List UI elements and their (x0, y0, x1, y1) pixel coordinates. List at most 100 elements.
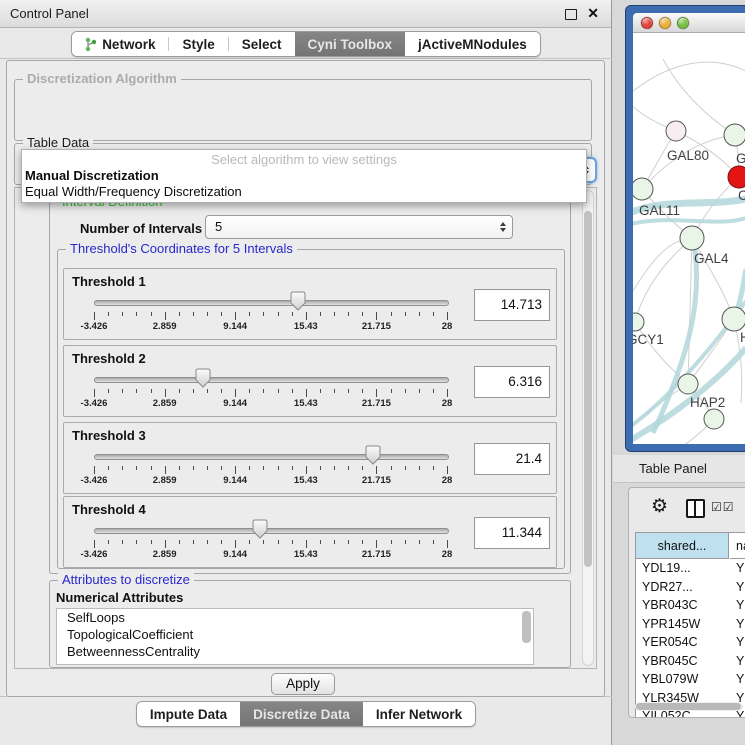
table-row[interactable]: YDL19...YDL1 (636, 559, 745, 578)
divider (0, 58, 612, 59)
tab-group: NetworkStyleSelect Cyni Toolbox jActiveMNo… (71, 31, 541, 57)
slider-tick (221, 466, 222, 470)
slider-tick (94, 389, 95, 397)
table-row[interactable]: YDR27...YDR2 (636, 578, 745, 597)
tab-cyni-toolbox[interactable]: Cyni Toolbox (295, 32, 406, 56)
attribute-item-selfloops[interactable]: SelfLoops (57, 609, 533, 626)
tab-select[interactable]: Select (229, 32, 295, 56)
network-node[interactable] (724, 124, 745, 146)
network-node[interactable] (704, 409, 724, 429)
network-edge[interactable] (633, 218, 745, 225)
network-node[interactable] (678, 374, 698, 394)
slider-tick-label: 9.144 (223, 321, 247, 332)
slider-tick (108, 312, 109, 316)
network-node[interactable] (728, 166, 745, 188)
apply-button[interactable]: Apply (271, 673, 335, 695)
network-node[interactable] (680, 226, 704, 250)
slider-tick (108, 466, 109, 470)
column-header-shared[interactable]: shared... (636, 533, 729, 559)
network-view-window: GAL80GACGAL11GAL4GCY1HHAP2 (625, 5, 745, 452)
columns-icon[interactable] (686, 499, 705, 518)
tab-label: Impute Data (150, 707, 227, 722)
slider-tick (221, 389, 222, 393)
tab-impute-data[interactable]: Impute Data (137, 702, 240, 726)
table-horizontal-scrollbar[interactable] (635, 702, 743, 711)
slider-tick (221, 540, 222, 544)
algorithm-option-equal-width-frequency-discretization[interactable]: Equal Width/Frequency Discretization (22, 184, 586, 200)
cell-name: YDL1 (736, 559, 745, 578)
settings-vertical-scrollbar[interactable] (582, 190, 594, 666)
tab-jactivemnodules[interactable]: jActiveMNodules (405, 32, 540, 56)
threshold-value-field[interactable]: 21.4 (474, 443, 550, 475)
threshold-panel-4: Threshold 4-3.4262.8599.14415.4321.71528… (63, 496, 557, 568)
cell-name: YPR1 (736, 615, 745, 634)
column-header-na[interactable]: na (730, 533, 745, 559)
attribute-item-betweennesscentrality[interactable]: BetweennessCentrality (57, 643, 533, 660)
tab-label: Cyni Toolbox (308, 37, 393, 52)
network-node-label-gcy1: GCY1 (633, 332, 664, 347)
network-edge[interactable] (633, 62, 745, 96)
slider-thumb[interactable] (252, 519, 268, 539)
slider-tick-label: 15.43 (294, 475, 318, 486)
network-node[interactable] (722, 307, 745, 331)
slider-tick-label: 9.144 (223, 549, 247, 560)
slider-tick (376, 389, 377, 397)
tab-network[interactable]: Network (72, 32, 168, 56)
network-node-label-c: C (738, 188, 745, 203)
algorithm-option-manual-discretization[interactable]: Manual Discretization (22, 168, 586, 184)
network-node[interactable] (666, 121, 686, 141)
slider-tick (165, 312, 166, 320)
slider-tick (94, 466, 95, 474)
slider-tick (376, 466, 377, 474)
network-edge[interactable] (633, 238, 692, 301)
table-row[interactable]: YPR145WYPR1 (636, 615, 745, 634)
tab-infer-network[interactable]: Infer Network (363, 702, 475, 726)
attribute-item-topologicalcoefficient[interactable]: TopologicalCoefficient (57, 626, 533, 643)
settings-panel: Discretization Algorithm Select algorith… (6, 60, 605, 697)
tab-discretize-data[interactable]: Discretize Data (240, 702, 363, 726)
slider-tick (278, 540, 279, 544)
threshold-value-field[interactable]: 14.713 (474, 289, 550, 321)
table-row[interactable]: YER054CYER0 (636, 633, 745, 652)
slider-tick (151, 389, 152, 393)
slider-track[interactable] (94, 528, 449, 534)
table-row[interactable]: YBL079WYBL0 (636, 670, 745, 689)
network-node[interactable] (633, 178, 653, 200)
slider-tick-label: 21.715 (362, 321, 391, 332)
checkbox-icons[interactable]: ☑☑ (711, 500, 735, 514)
threshold-value-field[interactable]: 11.344 (474, 517, 550, 549)
close-icon[interactable]: ✕ (587, 5, 599, 22)
threshold-panel-1: Threshold 1-3.4262.8599.14415.4321.71528… (63, 268, 557, 340)
slider-track[interactable] (94, 377, 449, 383)
slider-track[interactable] (94, 300, 449, 306)
gear-icon[interactable]: ⚙ (651, 497, 668, 516)
slider-track[interactable] (94, 454, 449, 460)
threshold-label: Threshold 4 (72, 502, 146, 517)
number-of-intervals-spinner[interactable]: 5 (205, 215, 513, 239)
slider-tick (391, 389, 392, 393)
slider-thumb[interactable] (195, 368, 211, 388)
table-row[interactable]: YBR043CYBR0 (636, 596, 745, 615)
network-node[interactable] (633, 313, 644, 331)
slider-tick (391, 466, 392, 470)
slider-tick (235, 312, 236, 320)
traffic-light-minimize-icon[interactable] (659, 17, 671, 29)
traffic-light-zoom-icon[interactable] (677, 17, 689, 29)
network-edge[interactable] (688, 238, 692, 384)
interval-definition-group: Interval Definition Number of Intervals … (49, 202, 571, 574)
slider-tick (405, 466, 406, 470)
traffic-light-close-icon[interactable] (641, 17, 653, 29)
cell-name: YBL0 (736, 670, 745, 689)
network-canvas[interactable]: GAL80GACGAL11GAL4GCY1HHAP2 (633, 33, 745, 444)
algorithm-placeholder-item: Select algorithm to view settings (22, 151, 586, 168)
tab-style[interactable]: Style (169, 32, 227, 56)
table-row[interactable]: YBR045CYBR0 (636, 652, 745, 671)
slider-thumb[interactable] (365, 445, 381, 465)
slider-tick-label: 15.43 (294, 398, 318, 409)
attributes-scrollbar[interactable] (522, 611, 531, 663)
slider-tick (193, 389, 194, 393)
control-panel-titlebar: Control Panel ✕ (0, 0, 611, 28)
threshold-value-field[interactable]: 6.316 (474, 366, 550, 398)
float-icon[interactable] (565, 9, 577, 20)
slider-thumb[interactable] (290, 291, 306, 311)
